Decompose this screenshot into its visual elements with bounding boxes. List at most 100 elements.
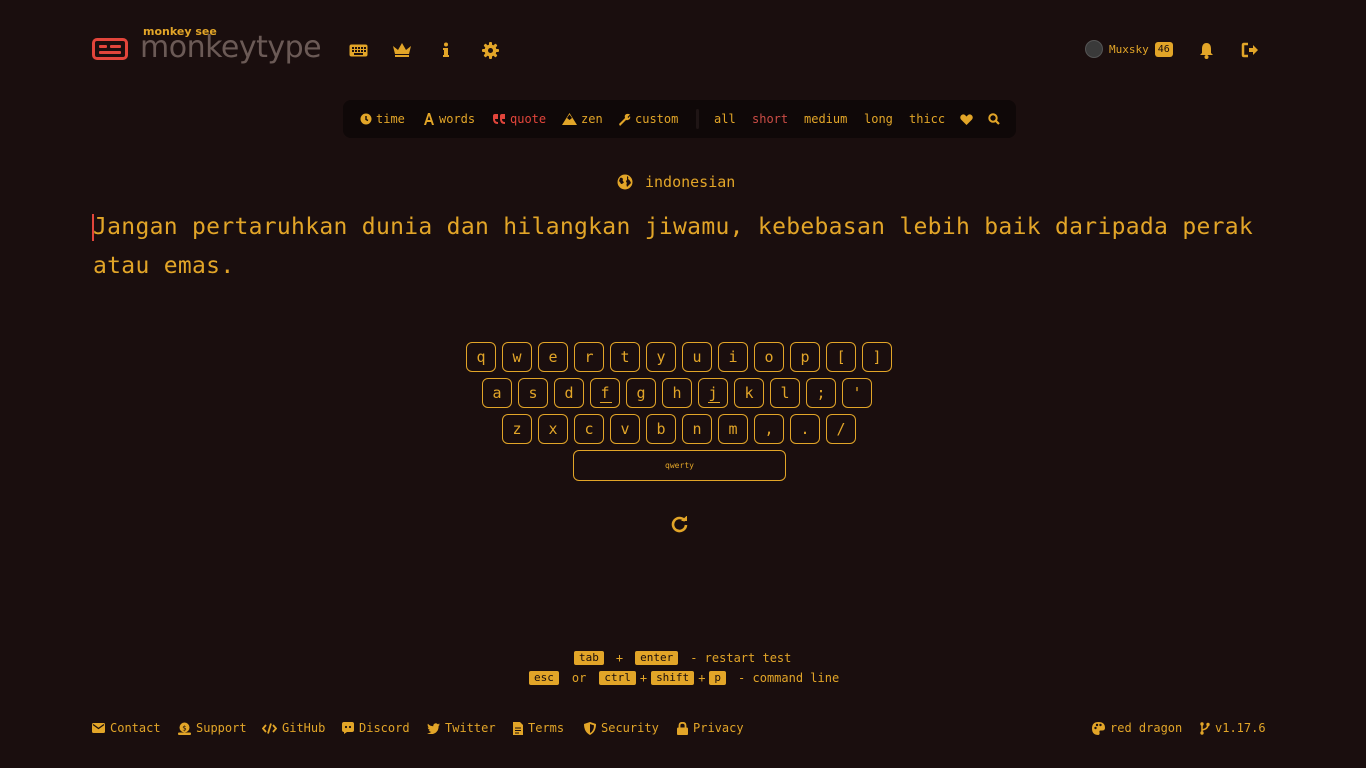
key-': ': [842, 378, 872, 408]
mountain-icon: [562, 113, 577, 125]
test-config-bar: time words quote zen custom all short me…: [343, 100, 1016, 138]
keyboard-icon[interactable]: [348, 40, 368, 60]
footer-version[interactable]: v1.17.6: [1200, 718, 1266, 738]
level-badge: 46: [1154, 41, 1173, 57]
mode-custom[interactable]: custom: [618, 100, 678, 138]
key-hint-p: p: [709, 671, 727, 685]
length-long[interactable]: long: [864, 100, 893, 138]
key-[: [: [826, 342, 856, 372]
mode-quote[interactable]: quote: [492, 100, 546, 138]
mode-time[interactable]: time: [360, 100, 405, 138]
command-line-hint: esc or ctrl + shift + p - command line: [529, 671, 839, 685]
key-h: h: [662, 378, 692, 408]
info-icon[interactable]: [436, 40, 456, 60]
discord-icon: [342, 722, 354, 734]
gear-icon[interactable]: [480, 40, 500, 60]
clock-icon: [360, 113, 372, 125]
key-hint-enter: enter: [635, 651, 679, 665]
key-s: s: [518, 378, 548, 408]
key-space: qwerty: [573, 450, 786, 481]
key-g: g: [626, 378, 656, 408]
key-y: y: [646, 342, 676, 372]
config-separator: [696, 109, 699, 129]
restart-icon[interactable]: [669, 514, 689, 534]
globe-icon: [617, 174, 633, 190]
key-m: m: [718, 414, 748, 444]
key-o: o: [754, 342, 784, 372]
footer-contact[interactable]: Contact: [92, 718, 161, 738]
lock-icon: [677, 721, 688, 735]
language-label: indonesian: [645, 173, 736, 191]
palette-icon: [1092, 721, 1105, 735]
key-u: u: [682, 342, 712, 372]
key-hint-esc: esc: [529, 671, 559, 685]
key-q: q: [466, 342, 496, 372]
document-icon: [513, 721, 523, 735]
key-d: d: [554, 378, 584, 408]
key-e: e: [538, 342, 568, 372]
crown-icon[interactable]: [392, 40, 412, 60]
key-,: ,: [754, 414, 784, 444]
key-.: .: [790, 414, 820, 444]
code-icon: [262, 722, 277, 734]
bell-icon[interactable]: [1196, 40, 1216, 60]
length-all[interactable]: all: [714, 100, 736, 138]
search-icon[interactable]: [988, 100, 1000, 138]
key-p: p: [790, 342, 820, 372]
user-account[interactable]: Muxsky 46: [1085, 40, 1173, 58]
logout-icon[interactable]: [1240, 40, 1260, 60]
key-z: z: [502, 414, 532, 444]
key-hint-shift: shift: [651, 671, 695, 685]
key-c: c: [574, 414, 604, 444]
length-medium[interactable]: medium: [804, 100, 847, 138]
quote-icon: [492, 113, 506, 125]
footer-twitter[interactable]: Twitter: [427, 718, 496, 738]
key-n: n: [682, 414, 712, 444]
footer-support[interactable]: $ Support: [178, 718, 247, 738]
length-short[interactable]: short: [752, 100, 788, 138]
home-row-marker: [600, 402, 612, 403]
footer-terms[interactable]: Terms: [513, 718, 564, 738]
key-hint-ctrl: ctrl: [599, 671, 636, 685]
heart-icon[interactable]: [960, 100, 973, 138]
key-/: /: [826, 414, 856, 444]
key-w: w: [502, 342, 532, 372]
footer-privacy[interactable]: Privacy: [677, 718, 744, 738]
footer-github[interactable]: GitHub: [262, 718, 325, 738]
svg-text:$: $: [182, 724, 186, 732]
letter-a-icon: [423, 113, 435, 125]
key-hint-tab: tab: [574, 651, 604, 665]
logo-icon[interactable]: [92, 38, 128, 60]
mode-words[interactable]: words: [423, 100, 475, 138]
key-r: r: [574, 342, 604, 372]
mode-zen[interactable]: zen: [562, 100, 603, 138]
footer-theme[interactable]: red dragon: [1092, 718, 1182, 738]
wrench-icon: [618, 113, 631, 126]
key-f: f: [590, 378, 620, 408]
key-]: ]: [862, 342, 892, 372]
key-k: k: [734, 378, 764, 408]
logo-text[interactable]: monkeytype: [140, 30, 322, 65]
words-line-1: Jangan pertaruhkan dunia dan hilangkan j…: [93, 214, 1254, 240]
length-thicc[interactable]: thicc: [909, 100, 945, 138]
username: Muxsky: [1109, 42, 1149, 56]
key-j: j: [698, 378, 728, 408]
code-branch-icon: [1200, 721, 1210, 735]
key-t: t: [610, 342, 640, 372]
twitter-icon: [427, 722, 440, 734]
avatar: [1085, 40, 1103, 58]
footer-security[interactable]: Security: [584, 718, 659, 738]
footer-discord[interactable]: Discord: [342, 718, 410, 738]
key-a: a: [482, 378, 512, 408]
words-line-2: atau emas.: [93, 253, 235, 279]
envelope-icon: [92, 723, 105, 733]
home-row-marker: [708, 402, 720, 403]
key-b: b: [646, 414, 676, 444]
language-button[interactable]: indonesian: [617, 173, 735, 191]
key-i: i: [718, 342, 748, 372]
shield-icon: [584, 721, 596, 735]
key-;: ;: [806, 378, 836, 408]
restart-hint: tab + enter - restart test: [574, 651, 791, 665]
key-x: x: [538, 414, 568, 444]
typing-words[interactable]: Jangan pertaruhkan dunia dan hilangkan j…: [93, 208, 1273, 286]
